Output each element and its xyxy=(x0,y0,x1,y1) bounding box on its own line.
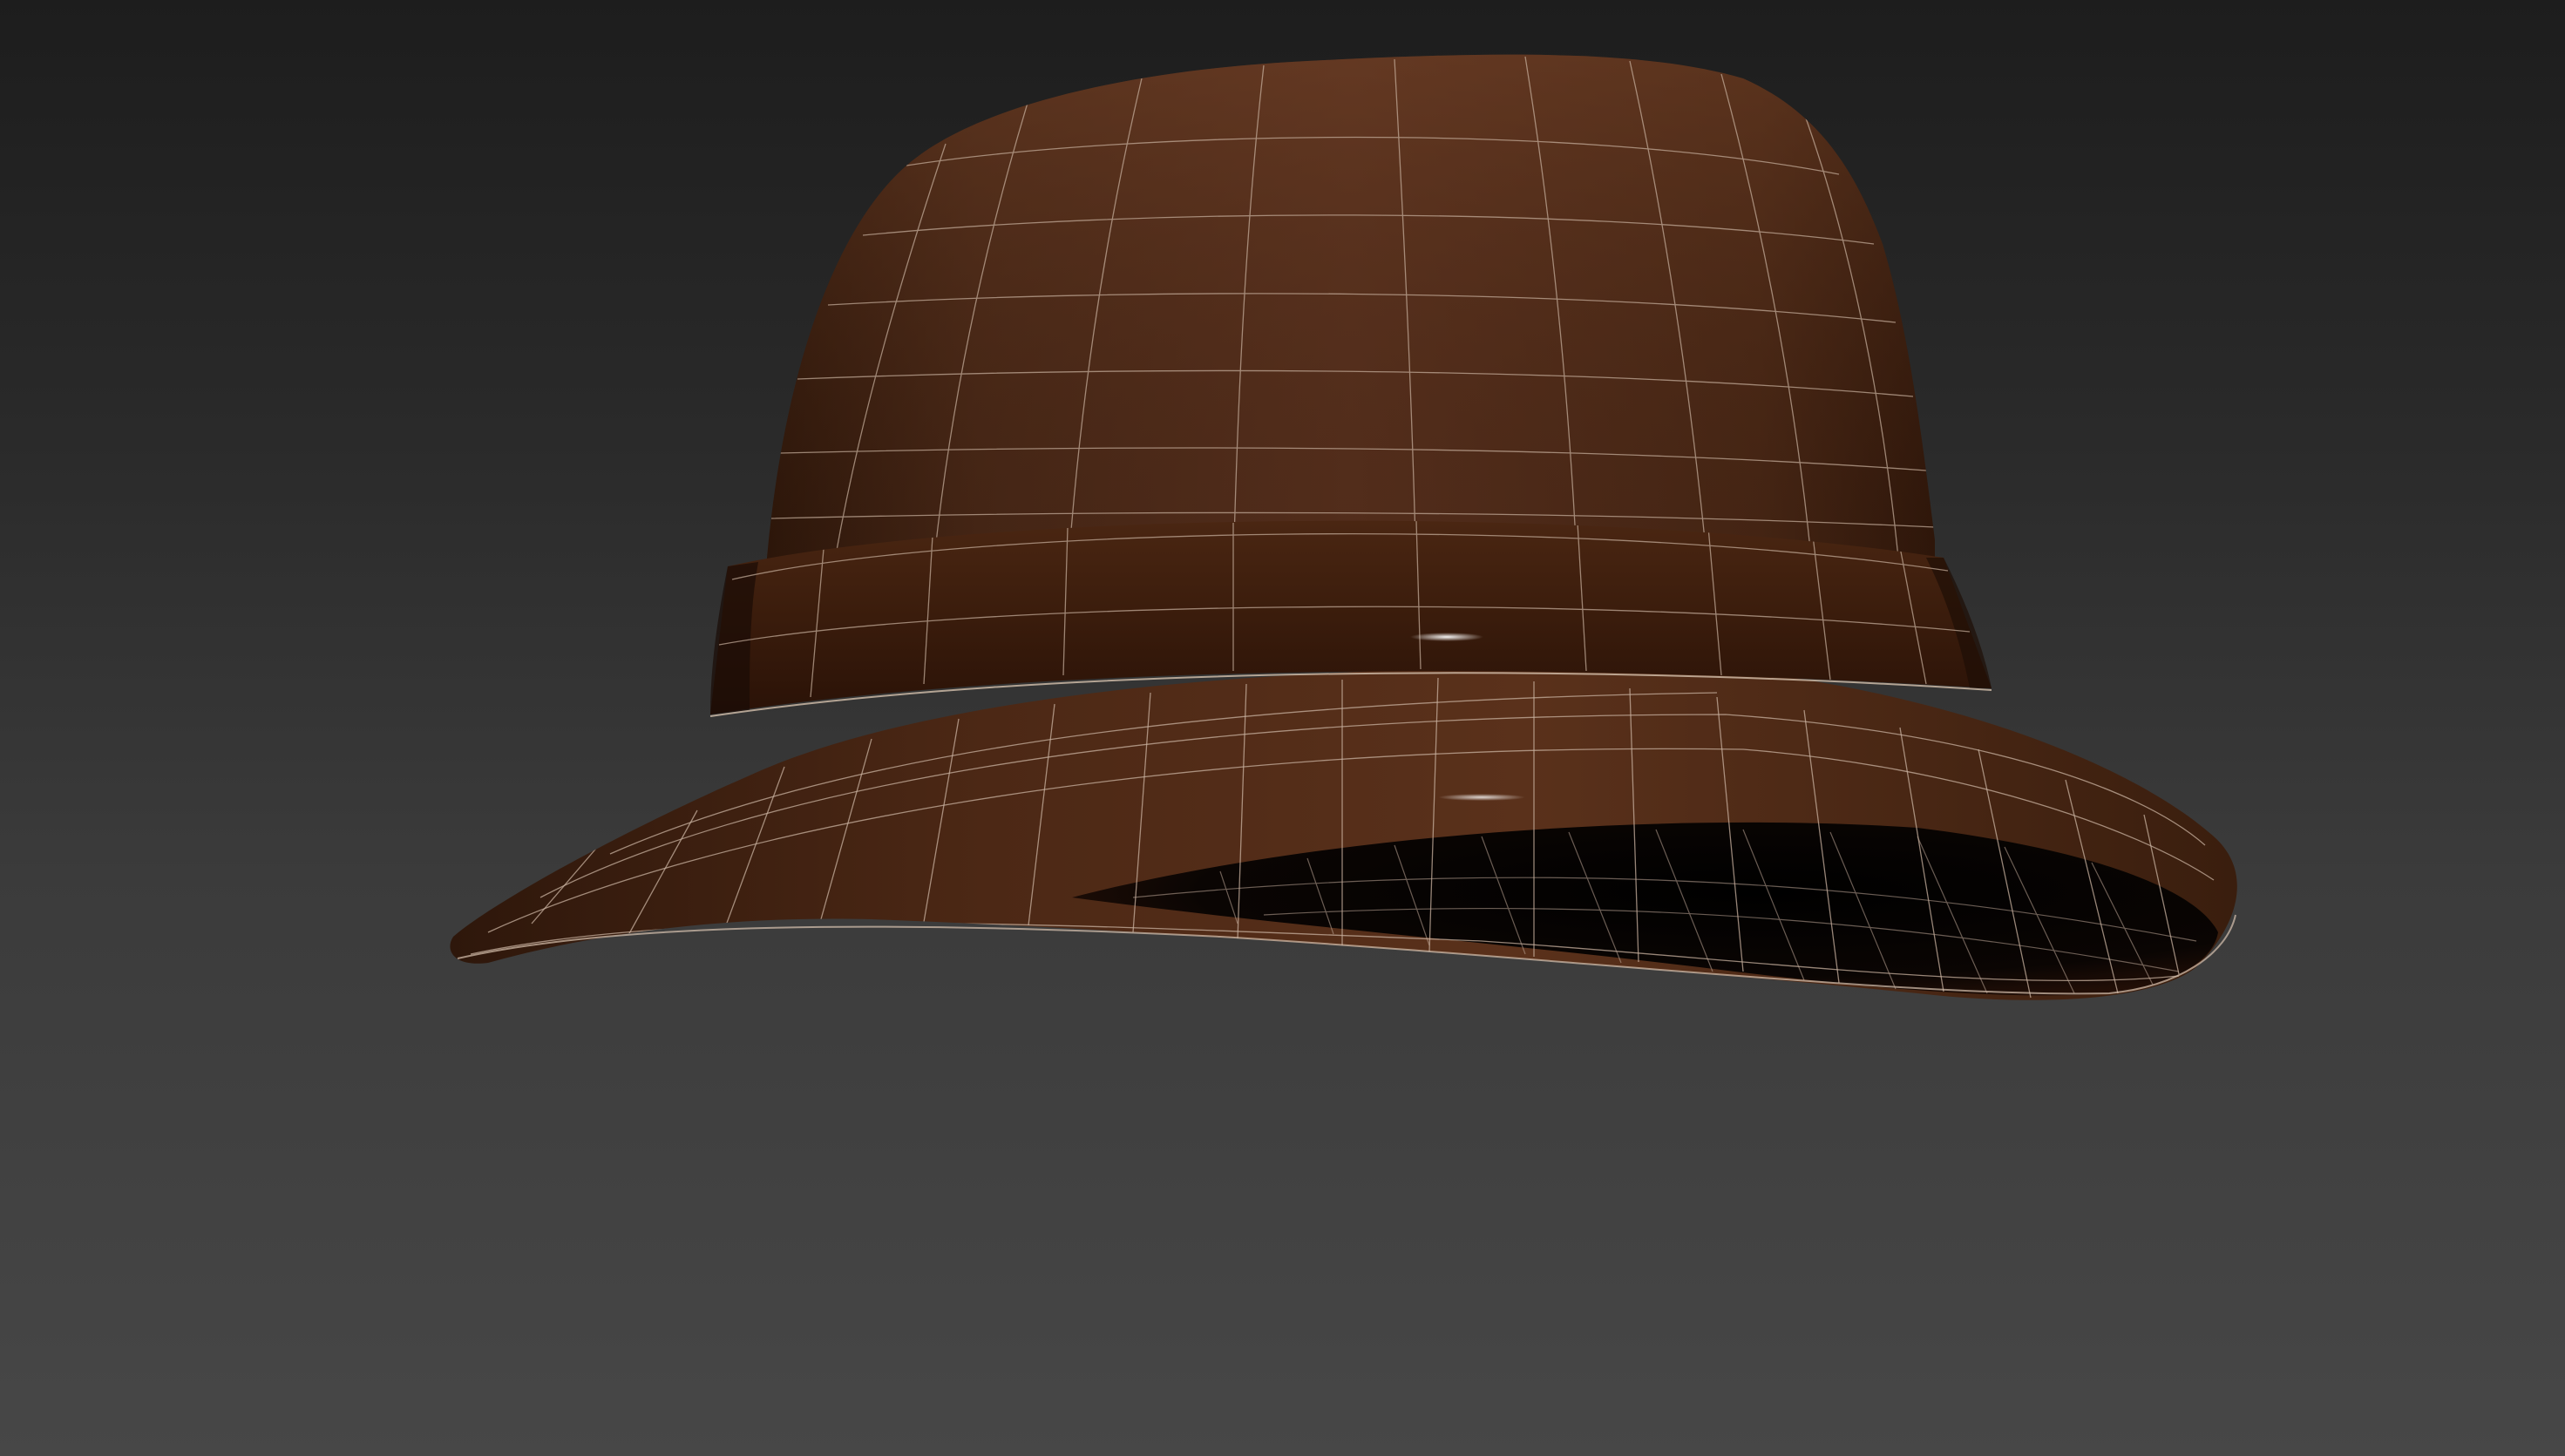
hat-brim[interactable] xyxy=(450,667,2237,1000)
hat-crown[interactable] xyxy=(767,54,1935,575)
3d-viewport[interactable] xyxy=(0,0,2565,1456)
hat-model-render[interactable] xyxy=(0,0,2565,1456)
